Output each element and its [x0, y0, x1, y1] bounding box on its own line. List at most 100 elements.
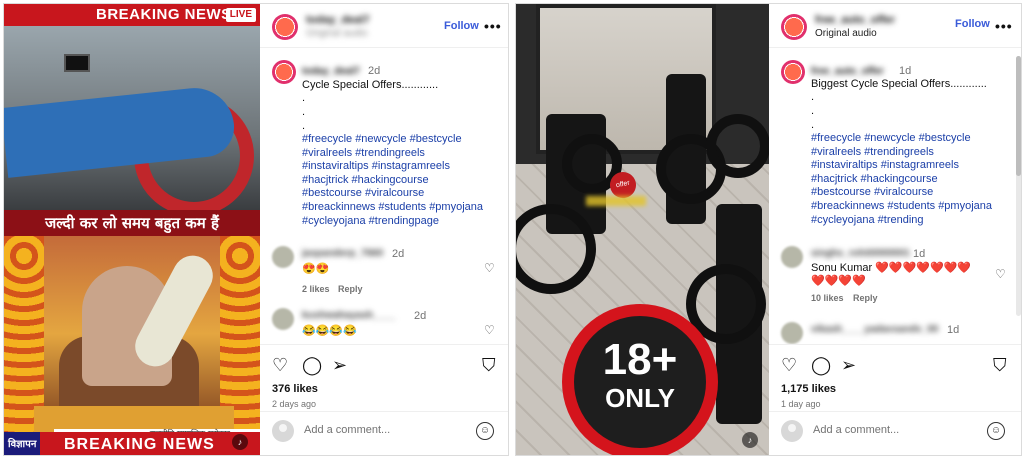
comment-like-icon[interactable]: ♡	[484, 262, 496, 274]
avatar[interactable]	[272, 14, 298, 40]
likes-count[interactable]: 1,175 likes	[781, 383, 836, 395]
comment-like-icon[interactable]: ♡	[995, 268, 1007, 280]
header-username[interactable]: free_auto_offer	[815, 14, 895, 26]
comment-text-value: Sonu Kumar ❤️❤️❤️❤️❤️❤️❤️❤️❤️❤️❤️	[811, 262, 972, 287]
post-header: free_auto_offer Original audio Follow ••…	[769, 4, 1021, 48]
heart-icon[interactable]: ♡	[272, 355, 292, 375]
comment-icon[interactable]: ◯	[811, 355, 831, 375]
comment-avatar[interactable]	[781, 322, 803, 344]
breaking-news-banner-bottom: विज्ञापन BREAKING NEWS	[4, 432, 260, 455]
flower-garland-left	[4, 236, 44, 432]
post-actions: ♡ ◯ ➢ ⛉ 1,175 likes 1 day ago Add a comm…	[769, 344, 1021, 445]
add-comment-input[interactable]: Add a comment...	[304, 424, 390, 436]
comments-scrollbar[interactable]	[1016, 56, 1021, 316]
sound-icon[interactable]: ♪	[742, 432, 758, 448]
hindi-offer-banner: जल्दी कर लो समय बहुत कम हैं	[4, 210, 260, 236]
add-comment-bar: Add a comment... ☺	[260, 411, 508, 445]
more-options-icon[interactable]: •••	[484, 18, 502, 34]
hashtag-line[interactable]: #cycleyojana #trendingpage	[302, 215, 483, 229]
caption-avatar[interactable]	[781, 60, 805, 84]
hashtag-line[interactable]: #hacjtrick #hackingcourse	[302, 174, 483, 188]
add-comment-bar: Add a comment... ☺	[769, 411, 1021, 445]
heart-icon[interactable]: ♡	[781, 355, 801, 375]
flower-garland-right	[220, 236, 260, 432]
post-header: today_deal7 Original audio Follow •••	[260, 4, 508, 48]
share-icon[interactable]: ➢	[841, 355, 861, 375]
caption-time: 2d	[368, 65, 381, 77]
comment-like-icon[interactable]: ♡	[484, 324, 496, 336]
ad-label: विज्ञापन	[4, 432, 41, 455]
hashtag-line[interactable]: #bestcourse #viralcourse	[302, 187, 483, 201]
hashtag-line[interactable]: #cycleyojana #trending	[811, 214, 992, 228]
live-badge: LIVE	[225, 8, 256, 22]
caption-avatar[interactable]	[272, 60, 296, 84]
hashtag-line[interactable]: #instaviraltips #instagramreels	[811, 159, 992, 173]
caption-username[interactable]: free_auto_offer	[811, 66, 884, 77]
more-options-icon[interactable]: •••	[995, 18, 1013, 34]
caption-dot: .	[811, 105, 815, 117]
comment-text: 😍😍	[302, 263, 330, 275]
hashtag-line[interactable]: #freecycle #newcycle #bestcycle	[811, 132, 992, 146]
post-actions: ♡ ◯ ➢ ⛉ 376 likes 2 days ago Add a comme…	[260, 344, 508, 445]
comment-item: singhs_rohit0000001 1d Sonu Kumar ❤️❤️❤️…	[781, 246, 1011, 306]
badge-inner: 18+ ONLY	[574, 316, 706, 448]
reply-button[interactable]: Reply	[853, 293, 878, 303]
comment-username[interactable]: kushwahayash____	[302, 310, 395, 321]
comment-username[interactable]: vikash____yadavsandv_00	[811, 324, 938, 335]
share-icon[interactable]: ➢	[332, 355, 352, 375]
emoji-icon[interactable]: ☺	[476, 422, 494, 440]
caption-title: Cycle Special Offers............	[302, 79, 439, 91]
hashtag-line[interactable]: #bestcourse #viralcourse	[811, 186, 992, 200]
follow-button[interactable]: Follow	[444, 20, 479, 32]
post-sidebar-left: today_deal7 Original audio Follow ••• to…	[260, 4, 508, 455]
caption-username[interactable]: today_deal7	[302, 66, 360, 77]
ebike-scene	[4, 26, 260, 210]
comment-username[interactable]: singhs_rohit0000001	[811, 248, 910, 259]
speaker-scene	[4, 236, 260, 432]
likes-count[interactable]: 376 likes	[272, 383, 318, 395]
add-comment-input[interactable]: Add a comment...	[813, 424, 899, 436]
hashtag-line[interactable]: #freecycle #newcycle #bestcycle	[302, 133, 483, 147]
hashtag-line[interactable]: #breackinnews #students #pmyojana	[811, 200, 992, 214]
comment-likes[interactable]: 10 likes	[811, 293, 844, 303]
comment-likes[interactable]: 2 likes	[302, 284, 330, 294]
bookmark-icon[interactable]: ⛉	[482, 355, 502, 375]
caption-dot: .	[811, 119, 815, 131]
audio-subline[interactable]: Original audio	[306, 28, 368, 39]
hashtag-line[interactable]: #viralreels #trendingreels	[302, 147, 483, 161]
post-date: 2 days ago	[272, 399, 317, 409]
comment-avatar[interactable]	[272, 308, 294, 330]
comment-avatar[interactable]	[781, 246, 803, 268]
comment-time: 1d	[947, 324, 960, 336]
comment-text: 😂😂😂😂	[302, 325, 357, 337]
bookmark-icon[interactable]: ⛉	[993, 355, 1013, 375]
post-video-right[interactable]: offer 18+ ONLY ♪	[516, 4, 769, 455]
breaking-news-text: BREAKING NEWS	[64, 436, 215, 453]
hashtag-line[interactable]: #viralreels #trendingreels	[811, 146, 992, 160]
caption-dot: .	[811, 91, 815, 103]
avatar[interactable]	[781, 14, 807, 40]
comment-username[interactable]: jaspanderp_7660	[302, 248, 383, 259]
reply-button[interactable]: Reply	[338, 284, 363, 294]
instagram-post-left: BREAKING NEWS LIVE जल्दी कर लो समय बहुत …	[3, 3, 509, 456]
hashtag-line[interactable]: #breackinnews #students #pmyojana	[302, 201, 483, 215]
emoji-icon[interactable]: ☺	[987, 422, 1005, 440]
current-user-avatar	[272, 420, 294, 442]
comment-item: jaspanderp_7660 2d 😍😍 2 likes Reply ♡	[272, 246, 502, 306]
hashtag-line[interactable]: #hacjtrick #hackingcourse	[811, 173, 992, 187]
audio-subline[interactable]: Original audio	[815, 28, 877, 39]
instagram-post-right: offer 18+ ONLY ♪ free_auto_offer Origina…	[515, 3, 1022, 456]
sound-icon[interactable]: ♪	[232, 434, 248, 450]
ebike-wheel	[706, 114, 769, 178]
comment-icon[interactable]: ◯	[302, 355, 322, 375]
comment-avatar[interactable]	[272, 246, 294, 268]
caption-dot: .	[302, 106, 306, 118]
badge-sub-text: ONLY	[605, 383, 675, 413]
hashtag-line[interactable]: #instaviraltips #instagramreels	[302, 160, 483, 174]
scroll-thumb[interactable]	[1016, 56, 1021, 176]
follow-button[interactable]: Follow	[955, 18, 990, 30]
comment-text: Sonu Kumar ❤️❤️❤️❤️❤️❤️❤️❤️❤️❤️❤️	[811, 262, 981, 288]
header-username[interactable]: today_deal7	[306, 14, 370, 26]
post-video-left[interactable]: BREAKING NEWS LIVE जल्दी कर लो समय बहुत …	[4, 4, 260, 455]
caption-time: 1d	[899, 65, 912, 77]
